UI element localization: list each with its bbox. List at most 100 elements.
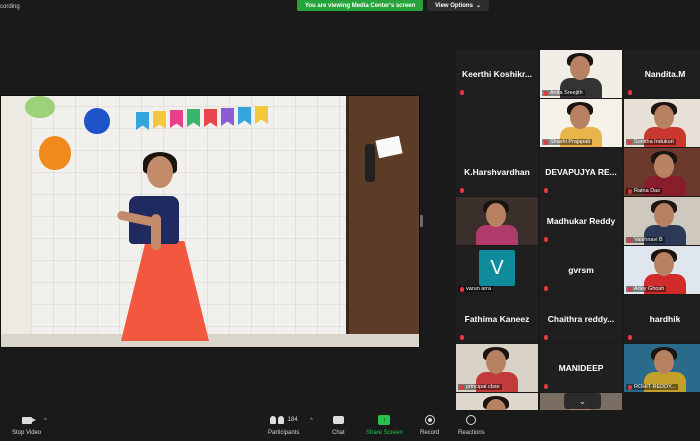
- participant-tile[interactable]: Fathima Kaneez: [456, 295, 538, 343]
- balloon-green: [25, 96, 55, 118]
- participant-name: Arley Ghosh: [634, 286, 665, 292]
- participant-tile[interactable]: gvrsm: [540, 246, 622, 294]
- participant-tile[interactable]: Shashi Prajapati: [540, 99, 622, 147]
- mic-muted-icon: [544, 237, 548, 242]
- chat-label: Chat: [332, 430, 345, 436]
- stop-video-button[interactable]: Stop Video: [12, 413, 41, 436]
- mic-muted-icon: [460, 286, 464, 292]
- participant-label: Vaishnavi B: [626, 237, 665, 243]
- participant-tile[interactable]: Ratna Das: [624, 148, 700, 196]
- balloon-blue: [84, 108, 110, 134]
- participant-label: principal cbse: [458, 384, 502, 390]
- mic-muted-icon: [628, 188, 632, 194]
- chat-button[interactable]: Chat: [332, 413, 345, 436]
- participant-tile[interactable]: Anita Sreejith: [540, 50, 622, 98]
- share-screen-icon: ↑: [378, 415, 391, 425]
- mic-muted-icon: [628, 286, 632, 292]
- mic-muted-icon: [544, 286, 548, 291]
- participant-name: ROHIT REDDY...: [634, 384, 676, 390]
- participant-tile[interactable]: hardhik: [624, 295, 700, 343]
- mic-muted-icon: [628, 139, 632, 145]
- participant-tile[interactable]: Madhukar Reddy: [540, 197, 622, 245]
- reactions-button[interactable]: Reactions: [458, 413, 485, 436]
- participant-avatar: V: [479, 250, 515, 286]
- reactions-smiley-icon: [466, 415, 477, 425]
- mic-muted-icon: [460, 384, 464, 390]
- participant-name: Fathima Kaneez: [464, 314, 530, 324]
- participant-tile[interactable]: Arley Ghosh: [624, 246, 700, 294]
- participant-tile[interactable]: Sunitha Indukuri: [624, 99, 700, 147]
- participant-tile[interactable]: [456, 197, 538, 245]
- mic-muted-icon: [544, 188, 548, 193]
- participant-tile[interactable]: DEVAPUJYA RE...: [540, 148, 622, 196]
- participant-video: [456, 197, 538, 245]
- dancer-head: [147, 156, 173, 188]
- mic-muted-icon: [544, 384, 548, 389]
- participant-tile[interactable]: Nandita.M: [624, 50, 700, 98]
- video-options-caret[interactable]: ^: [44, 418, 47, 424]
- view-options-label: View Options: [435, 2, 473, 9]
- participant-tile[interactable]: K.Harshvardhan: [456, 148, 538, 196]
- gallery-scroll-down-button[interactable]: ⌄: [564, 393, 601, 409]
- participant-label: ROHIT REDDY...: [626, 384, 678, 390]
- participant-tile[interactable]: Keerthi Koshikr...: [456, 50, 538, 98]
- meeting-toolbar: Stop Video ^ 184 Participants ^ Chat ↑ S…: [0, 410, 700, 441]
- participant-name: Ratna Das: [634, 188, 660, 194]
- participant-label: Shashi Prajapati: [542, 139, 593, 145]
- participant-label: Sunitha Indukuri: [626, 139, 676, 145]
- record-button[interactable]: Record: [420, 413, 439, 436]
- participants-label: Participants: [268, 430, 300, 436]
- mic-muted-icon: [544, 335, 548, 340]
- participant-tile[interactable]: Chaithra reddy...: [540, 295, 622, 343]
- video-floor: [1, 334, 419, 347]
- participant-tile[interactable]: MANIDEEP: [540, 344, 622, 392]
- mic-muted-icon: [628, 335, 632, 340]
- participant-tile[interactable]: Vaishnavi B: [624, 197, 700, 245]
- video-door: [349, 96, 419, 347]
- record-label: Record: [420, 430, 440, 436]
- participant-name: principal cbse: [466, 384, 500, 390]
- participants-icon: 184: [269, 413, 298, 427]
- split-drag-handle[interactable]: [420, 215, 423, 227]
- participant-label: varun arra: [458, 286, 494, 292]
- participant-tile[interactable]: principal cbse: [456, 344, 538, 392]
- share-screen-button[interactable]: ↑ Share Screen: [366, 413, 403, 436]
- participant-label: Anita Sreejith: [542, 90, 585, 96]
- mic-muted-icon: [628, 384, 632, 390]
- participant-tile[interactable]: [456, 99, 538, 147]
- chevron-down-icon: ⌄: [578, 395, 587, 406]
- hanging-bag: [365, 144, 375, 182]
- viewing-screen-banner: You are viewing Media Center's screen: [297, 0, 423, 11]
- participant-name: Vaishnavi B: [634, 237, 663, 243]
- participant-label: Arley Ghosh: [626, 286, 667, 292]
- mic-muted-icon: [460, 188, 464, 193]
- participant-tile[interactable]: ROHIT REDDY...: [624, 344, 700, 392]
- record-icon: [424, 415, 435, 425]
- participant-tile[interactable]: Vvarun arra: [456, 246, 538, 294]
- participants-options-caret[interactable]: ^: [310, 418, 313, 424]
- stop-video-label: Stop Video: [12, 430, 42, 436]
- view-options-button[interactable]: View Options ⌄: [427, 0, 489, 11]
- participant-name: Madhukar Reddy: [546, 216, 616, 226]
- participant-label: Ratna Das: [626, 188, 662, 194]
- chat-icon: [332, 416, 344, 424]
- mic-muted-icon: [460, 335, 464, 340]
- mic-muted-icon: [628, 90, 632, 95]
- participant-name: Shashi Prajapati: [550, 139, 591, 145]
- participant-name: K.Harshvardhan: [464, 167, 530, 177]
- birthday-bunting: [136, 106, 281, 136]
- participant-name: Sunitha Indukuri: [634, 139, 674, 145]
- participant-name: Anita Sreejith: [550, 90, 583, 96]
- participant-name: Nandita.M: [644, 69, 686, 79]
- participant-name: varun arra: [466, 286, 492, 292]
- participant-name: hardhik: [649, 314, 681, 324]
- dancer-arm-right: [151, 214, 161, 250]
- video-camera-icon: [21, 416, 36, 424]
- balloon-orange: [39, 136, 71, 170]
- mic-muted-icon: [544, 139, 548, 145]
- participants-button[interactable]: 184 Participants: [268, 413, 299, 436]
- shared-screen-video: [0, 95, 420, 348]
- reactions-label: Reactions: [458, 430, 485, 436]
- participant-count: 184: [287, 417, 298, 423]
- share-screen-label: Share Screen: [366, 430, 403, 436]
